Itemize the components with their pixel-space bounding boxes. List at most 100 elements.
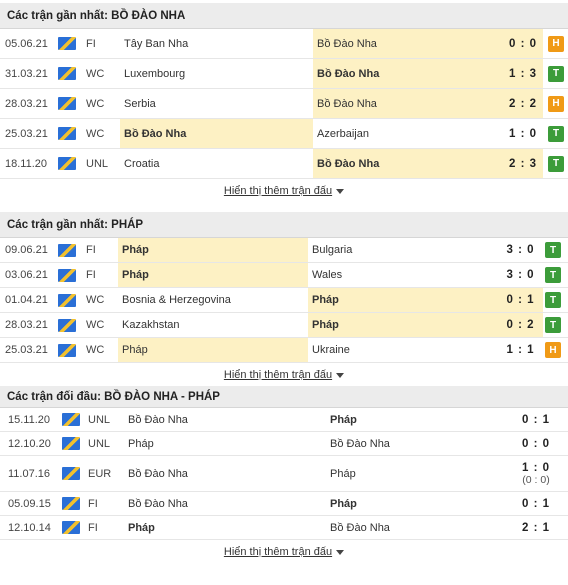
home-team[interactable]: Pháp bbox=[118, 338, 308, 362]
away-team[interactable]: Pháp bbox=[326, 408, 506, 431]
match-score: 0 : 1 bbox=[510, 492, 562, 515]
result-badge: T bbox=[545, 242, 561, 258]
away-team[interactable]: Bồ Đào Nha bbox=[313, 89, 503, 118]
home-team[interactable]: Serbia bbox=[120, 89, 313, 118]
flag-wrap bbox=[62, 432, 80, 455]
competition[interactable]: WC bbox=[86, 338, 104, 362]
away-team[interactable]: Bồ Đào Nha bbox=[326, 516, 506, 539]
home-team[interactable]: Pháp bbox=[124, 432, 324, 455]
home-team[interactable]: Bồ Đào Nha bbox=[124, 456, 324, 491]
score-main: 1 : 0 bbox=[521, 461, 550, 474]
home-team[interactable]: Bosnia & Herzegovina bbox=[118, 288, 308, 312]
competition[interactable]: WC bbox=[86, 59, 104, 88]
caret-down-icon[interactable] bbox=[336, 188, 345, 194]
home-team[interactable]: Tây Ban Nha bbox=[120, 29, 313, 58]
flag-wrap bbox=[58, 238, 76, 262]
flag-wrap bbox=[58, 29, 76, 58]
away-team[interactable]: Pháp bbox=[308, 313, 498, 337]
competition[interactable]: FI bbox=[86, 263, 96, 287]
home-team[interactable]: Pháp bbox=[118, 263, 308, 287]
away-team[interactable]: Azerbaijan bbox=[313, 119, 503, 148]
competition[interactable]: FI bbox=[86, 29, 96, 58]
home-team[interactable]: Kazakhstan bbox=[118, 313, 308, 337]
match-date: 11.07.16 bbox=[8, 467, 51, 480]
home-team[interactable]: Croatia bbox=[120, 149, 313, 178]
flag-wrap bbox=[58, 263, 76, 287]
away-team[interactable]: Bồ Đào Nha bbox=[326, 432, 506, 455]
flag-wrap bbox=[58, 149, 76, 178]
show-more-link[interactable]: Hiển thị thêm trận đấu bbox=[224, 369, 332, 381]
score-main: 2 : 1 bbox=[521, 521, 550, 534]
competition[interactable]: UNL bbox=[88, 408, 110, 431]
match-score: 3 : 0 bbox=[506, 244, 535, 256]
away-team[interactable]: Pháp bbox=[308, 288, 498, 312]
score-main: 0 : 0 bbox=[521, 437, 550, 450]
competition[interactable]: FI bbox=[86, 238, 96, 262]
competition-flag-icon bbox=[62, 467, 80, 480]
flag-wrap bbox=[62, 492, 80, 515]
flag-wrap bbox=[62, 408, 80, 431]
away-team[interactable]: Bồ Đào Nha bbox=[313, 149, 503, 178]
home-team[interactable]: Luxembourg bbox=[120, 59, 313, 88]
result-wrap: T bbox=[545, 313, 561, 337]
competition[interactable]: FI bbox=[88, 516, 98, 539]
competition-flag-icon bbox=[58, 268, 76, 282]
home-team[interactable]: Bồ Đào Nha bbox=[120, 119, 313, 148]
home-team[interactable]: Pháp bbox=[118, 238, 308, 262]
match-score: 0 : 2 bbox=[498, 313, 543, 337]
result-wrap: T bbox=[548, 149, 564, 178]
competition-flag-icon bbox=[62, 413, 80, 426]
result-badge: T bbox=[545, 317, 561, 333]
result-wrap: T bbox=[545, 238, 561, 262]
show-more-link[interactable]: Hiển thị thêm trận đấu bbox=[224, 185, 332, 197]
competition[interactable]: WC bbox=[86, 313, 104, 337]
match-score: 0 : 1 bbox=[510, 408, 562, 431]
flag-wrap bbox=[58, 288, 76, 312]
result-wrap: T bbox=[545, 288, 561, 312]
home-team[interactable]: Bồ Đào Nha bbox=[124, 408, 324, 431]
match-score: 1 : 0 (0 : 0) bbox=[510, 456, 562, 491]
home-team[interactable]: Bồ Đào Nha bbox=[124, 492, 324, 515]
result-wrap: H bbox=[545, 338, 561, 362]
flag-wrap bbox=[58, 338, 76, 362]
away-team[interactable]: Pháp bbox=[326, 456, 506, 491]
match-date: 03.06.21 bbox=[5, 269, 48, 281]
score-main: 0 : 1 bbox=[521, 413, 550, 426]
section-title: Các trận đối đầu: BỒ ĐÀO NHA - PHÁP bbox=[0, 386, 568, 408]
match-row: 25.03.21 WC Bồ Đào Nha Azerbaijan 1 : 0 T bbox=[0, 119, 568, 149]
caret-down-icon[interactable] bbox=[336, 372, 345, 378]
competition[interactable]: EUR bbox=[88, 456, 111, 491]
away-team[interactable]: Bulgaria bbox=[308, 238, 498, 262]
result-wrap: H bbox=[548, 89, 564, 118]
away-team[interactable]: Wales bbox=[308, 263, 498, 287]
result-wrap: H bbox=[548, 29, 564, 58]
match-row: 28.03.21 WC Kazakhstan Pháp 0 : 2T bbox=[0, 313, 568, 338]
show-more-link[interactable]: Hiển thị thêm trận đấu bbox=[224, 546, 332, 558]
match-date: 12.10.14 bbox=[8, 521, 51, 534]
flag-wrap bbox=[58, 89, 76, 118]
competition[interactable]: UNL bbox=[86, 149, 108, 178]
show-more-row: Hiển thị thêm trận đấu bbox=[0, 363, 568, 387]
competition[interactable]: FI bbox=[88, 492, 98, 515]
h2h-row: 12.10.20 UNL Pháp Bồ Đào Nha 0 : 0 bbox=[0, 432, 568, 456]
result-badge: T bbox=[548, 65, 564, 82]
competition[interactable]: UNL bbox=[88, 432, 110, 455]
result-badge: T bbox=[548, 125, 564, 142]
competition[interactable]: WC bbox=[86, 288, 104, 312]
recent-matches-portugal: Các trận gần nhất: BỒ ĐÀO NHA 05.06.21 FI… bbox=[0, 3, 568, 203]
match-score: 1 : 1 bbox=[506, 344, 535, 356]
match-date: 28.03.21 bbox=[5, 97, 48, 110]
caret-down-icon[interactable] bbox=[336, 549, 345, 555]
competition[interactable]: WC bbox=[86, 89, 104, 118]
competition[interactable]: WC bbox=[86, 119, 104, 148]
away-team[interactable]: Bồ Đào Nha bbox=[313, 29, 503, 58]
away-team[interactable]: Ukraine bbox=[308, 338, 498, 362]
away-team[interactable]: Pháp bbox=[326, 492, 506, 515]
away-team[interactable]: Bồ Đào Nha bbox=[313, 59, 503, 88]
match-row: 31.03.21 WC Luxembourg Bồ Đào Nha 1 : 3 T bbox=[0, 59, 568, 89]
competition-flag-icon bbox=[58, 67, 76, 80]
section-title: Các trận gần nhất: BỒ ĐÀO NHA bbox=[0, 3, 568, 29]
home-team[interactable]: Pháp bbox=[124, 516, 324, 539]
competition-flag-icon bbox=[58, 37, 76, 50]
competition-flag-icon bbox=[62, 497, 80, 510]
